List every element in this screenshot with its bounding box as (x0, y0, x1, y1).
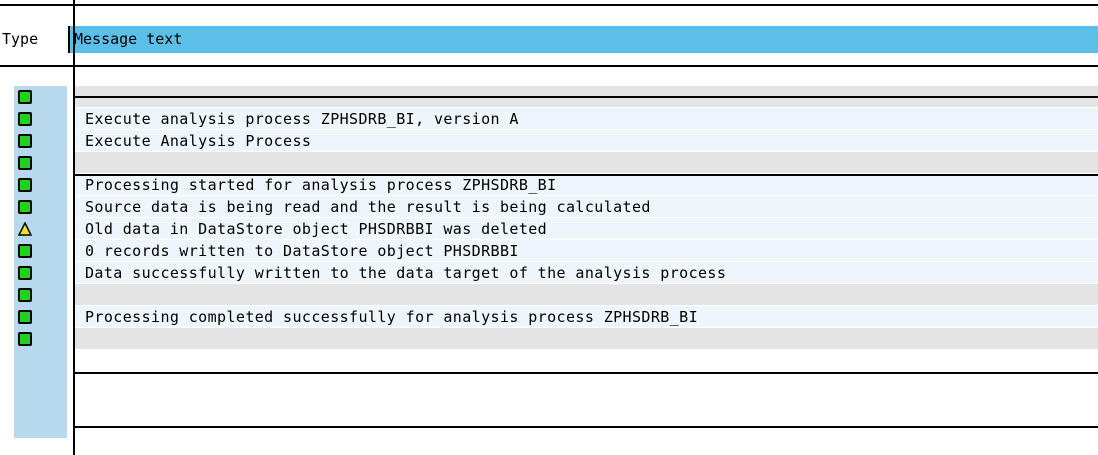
message-row[interactable]: Execute Analysis Process (0, 130, 1098, 152)
warning-triangle-icon (18, 222, 32, 236)
message-text: Old data in DataStore object PHSDRBBI wa… (85, 220, 548, 238)
top-border (0, 4, 1098, 6)
message-row[interactable]: Data successfully written to the data ta… (0, 262, 1098, 284)
green-square-icon (18, 178, 32, 192)
section-divider (75, 174, 1098, 176)
message-row[interactable]: Processing started for analysis process … (0, 174, 1098, 196)
message-row[interactable]: Source data is being read and the result… (0, 196, 1098, 218)
green-square-icon (18, 332, 32, 346)
message-row[interactable]: Execute analysis process ZPHSDRB_BI, ver… (0, 108, 1098, 130)
message-row[interactable]: Processing completed successfully for an… (0, 306, 1098, 328)
message-text: Data successfully written to the data ta… (85, 264, 727, 282)
section-divider (75, 426, 1098, 428)
message-row[interactable] (0, 152, 1098, 174)
section-divider (75, 372, 1098, 374)
message-row[interactable]: Old data in DataStore object PHSDRBBI wa… (0, 218, 1098, 240)
green-square-icon (18, 288, 32, 302)
green-square-icon (18, 200, 32, 214)
message-row[interactable] (0, 284, 1098, 306)
message-list: Execute analysis process ZPHSDRB_BI, ver… (0, 86, 1098, 350)
green-square-icon (18, 244, 32, 258)
message-row[interactable]: 0 records written to DataStore object PH… (0, 240, 1098, 262)
green-square-icon (18, 90, 32, 104)
message-text: Source data is being read and the result… (85, 198, 651, 216)
message-text: Execute Analysis Process (85, 132, 312, 150)
header-separator (0, 65, 1098, 67)
column-header-message-text[interactable]: Message text (68, 26, 1098, 53)
message-text: Processing completed successfully for an… (85, 308, 698, 326)
green-square-icon (18, 112, 32, 126)
green-square-icon (18, 266, 32, 280)
section-divider (75, 96, 1098, 98)
green-square-icon (18, 156, 32, 170)
column-divider (73, 0, 75, 455)
message-row[interactable] (0, 328, 1098, 350)
message-text: Processing started for analysis process … (85, 176, 557, 194)
table-header: Type Message text (0, 26, 1098, 53)
message-log-window: Type Message text Execute analysis proce… (0, 0, 1098, 455)
empty-area (75, 438, 1098, 455)
message-text: Execute analysis process ZPHSDRB_BI, ver… (85, 110, 519, 128)
column-header-type[interactable]: Type (0, 26, 68, 53)
message-text: 0 records written to DataStore object PH… (85, 242, 519, 260)
green-square-icon (18, 134, 32, 148)
green-square-icon (18, 310, 32, 324)
